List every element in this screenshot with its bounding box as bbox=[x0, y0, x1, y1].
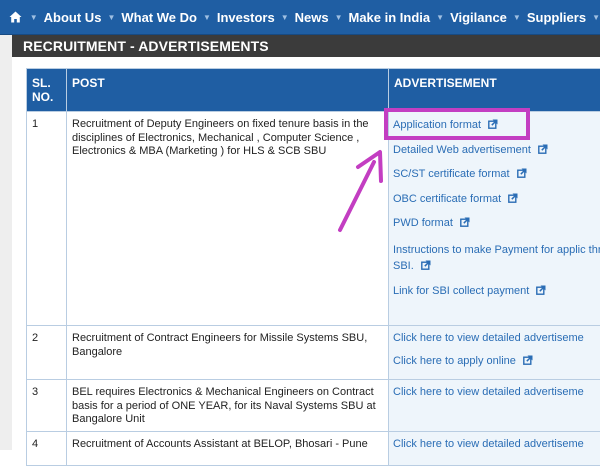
chevron-down-icon: ▼ bbox=[203, 13, 211, 22]
external-link-icon bbox=[421, 259, 431, 275]
external-link-icon bbox=[488, 119, 498, 134]
post-cell: Recruitment of Contract Engineers for Mi… bbox=[67, 326, 389, 380]
sl-no-cell: 2 bbox=[27, 326, 67, 380]
link-label: Click here to apply online bbox=[393, 355, 516, 367]
external-link-icon bbox=[517, 168, 527, 183]
advertisement-cell: Click here to view detailed advertiseme bbox=[389, 431, 600, 465]
nav-item-label: What We Do bbox=[121, 10, 197, 25]
obc-certificate-format-link[interactable]: OBC certificate format bbox=[393, 193, 600, 208]
external-link-icon bbox=[508, 193, 518, 208]
top-navigation: ▼ About Us ▼ What We Do ▼ Investors ▼ Ne… bbox=[0, 0, 600, 35]
post-cell: BEL requires Electronics & Mechanical En… bbox=[67, 380, 389, 432]
nav-item-label: News bbox=[295, 10, 329, 25]
chevron-down-icon: ▼ bbox=[30, 13, 38, 22]
view-advertisement-link[interactable]: Click here to view detailed advertiseme bbox=[393, 332, 600, 346]
sl-no-cell: 1 bbox=[27, 112, 67, 326]
sl-no-cell: 4 bbox=[27, 431, 67, 465]
link-label: PWD format bbox=[393, 217, 453, 229]
chevron-down-icon: ▼ bbox=[592, 13, 600, 22]
table-row: 1 Recruitment of Deputy Engineers on fix… bbox=[27, 112, 600, 326]
link-label: Click here to view detailed advertiseme bbox=[393, 438, 584, 450]
nav-item-what-we-do[interactable]: ▼ What We Do bbox=[107, 10, 197, 25]
post-cell: Recruitment of Accounts Assistant at BEL… bbox=[67, 431, 389, 465]
nav-item-investors[interactable]: ▼ Investors bbox=[203, 10, 275, 25]
external-link-icon bbox=[538, 144, 548, 159]
advertisement-cell: Application format Detailed Web advertis… bbox=[389, 112, 600, 326]
page-title: RECRUITMENT - ADVERTISEMENTS bbox=[12, 35, 600, 57]
sl-no-cell: 3 bbox=[27, 380, 67, 432]
table-row: 4 Recruitment of Accounts Assistant at B… bbox=[27, 431, 600, 465]
table-row: 3 BEL requires Electronics & Mechanical … bbox=[27, 380, 600, 432]
post-cell: Recruitment of Deputy Engineers on fixed… bbox=[67, 112, 389, 326]
view-advertisement-link[interactable]: Click here to view detailed advertiseme bbox=[393, 438, 600, 452]
external-link-icon bbox=[536, 285, 546, 300]
column-header-advertisement: ADVERTISEMENT bbox=[389, 69, 600, 112]
chevron-down-icon: ▼ bbox=[281, 13, 289, 22]
home-icon[interactable] bbox=[8, 11, 24, 23]
chevron-down-icon: ▼ bbox=[107, 13, 115, 22]
nav-item-vigilance[interactable]: ▼ Vigilance bbox=[436, 10, 507, 25]
payment-instructions-link[interactable]: Instructions to make Payment for applic … bbox=[393, 242, 600, 275]
chevron-down-icon: ▼ bbox=[513, 13, 521, 22]
column-header-post: POST bbox=[67, 69, 389, 112]
nav-item-suppliers[interactable]: ▼ Suppliers ▼ bbox=[513, 10, 600, 25]
advertisement-cell: Click here to view detailed advertiseme … bbox=[389, 326, 600, 380]
external-link-icon bbox=[523, 355, 533, 370]
link-label: Detailed Web advertisement bbox=[393, 144, 531, 156]
advertisement-cell: Click here to view detailed advertiseme bbox=[389, 380, 600, 432]
nav-item-label: About Us bbox=[44, 10, 102, 25]
recruitment-table: SL. NO. POST ADVERTISEMENT 1 Recruitment… bbox=[26, 68, 600, 466]
nav-item-news[interactable]: ▼ News bbox=[281, 10, 329, 25]
link-label: Link for SBI collect payment bbox=[393, 285, 529, 297]
application-format-link[interactable]: Application format bbox=[393, 119, 600, 134]
nav-item-label: Make in India bbox=[349, 10, 431, 25]
link-label: SC/ST certificate format bbox=[393, 168, 510, 180]
nav-item-make-in-india[interactable]: ▼ Make in India bbox=[335, 10, 431, 25]
page-left-margin bbox=[0, 35, 12, 450]
link-label: Application format bbox=[393, 119, 481, 131]
nav-item-label: Investors bbox=[217, 10, 275, 25]
apply-online-link[interactable]: Click here to apply online bbox=[393, 355, 600, 370]
chevron-down-icon: ▼ bbox=[436, 13, 444, 22]
link-label: Click here to view detailed advertiseme bbox=[393, 386, 584, 398]
view-advertisement-link[interactable]: Click here to view detailed advertiseme bbox=[393, 386, 600, 400]
link-label: OBC certificate format bbox=[393, 193, 501, 205]
sbi-collect-payment-link[interactable]: Link for SBI collect payment bbox=[393, 285, 600, 300]
chevron-down-icon: ▼ bbox=[335, 13, 343, 22]
column-header-sl-no: SL. NO. bbox=[27, 69, 67, 112]
nav-item-label: Vigilance bbox=[450, 10, 507, 25]
table-header-row: SL. NO. POST ADVERTISEMENT bbox=[27, 69, 600, 112]
pwd-format-link[interactable]: PWD format bbox=[393, 217, 600, 232]
sc-st-certificate-format-link[interactable]: SC/ST certificate format bbox=[393, 168, 600, 183]
external-link-icon bbox=[460, 217, 470, 232]
nav-item-label: Suppliers bbox=[527, 10, 586, 25]
detailed-web-advertisement-link[interactable]: Detailed Web advertisement bbox=[393, 144, 600, 159]
link-label: Click here to view detailed advertiseme bbox=[393, 332, 584, 344]
nav-item-about-us[interactable]: ▼ About Us bbox=[30, 10, 102, 25]
table-row: 2 Recruitment of Contract Engineers for … bbox=[27, 326, 600, 380]
